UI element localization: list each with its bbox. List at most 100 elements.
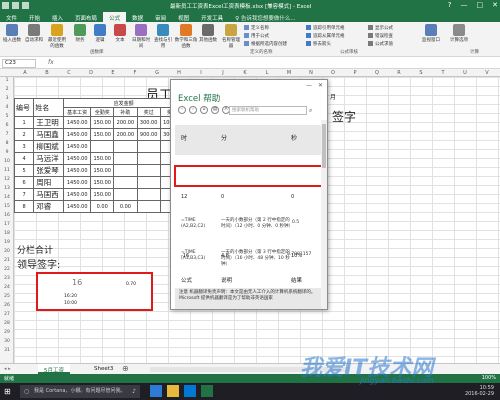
undo-icon[interactable] [12, 2, 19, 9]
column-header[interactable]: U [454, 70, 476, 76]
system-clock[interactable]: 10:59 2016-02-29 [465, 385, 494, 397]
tab-developer[interactable]: 开发工具 [195, 12, 229, 22]
cell-value-16[interactable]: 16 [72, 278, 82, 287]
cell[interactable]: 200.00 [113, 116, 138, 129]
row-header[interactable]: 7 [0, 132, 14, 137]
row-header[interactable]: 2 [0, 87, 14, 92]
cell[interactable]: 1450.00 [63, 188, 92, 201]
column-header[interactable]: Q [366, 70, 388, 76]
cell[interactable] [136, 188, 161, 201]
scroll-thumb[interactable] [322, 124, 326, 168]
tab-view[interactable]: 视图 [172, 12, 195, 22]
cell[interactable]: 150.00 [90, 176, 115, 189]
column-header[interactable]: O [322, 70, 344, 76]
row-header[interactable]: 24 [0, 285, 14, 290]
maximize-button[interactable]: □ [477, 1, 484, 9]
column-header[interactable]: J [212, 70, 234, 76]
cell[interactable]: 150.00 [90, 152, 115, 165]
add-sheet-icon[interactable]: ⊕ [122, 364, 129, 373]
row-header[interactable]: 14 [0, 195, 14, 200]
insert-function-button[interactable]: 插入函数 [2, 24, 22, 43]
sheet-tab-may-salary[interactable]: 5月工资 [38, 364, 70, 374]
row-header[interactable]: 31 [0, 348, 14, 353]
cell[interactable]: 马远洋 [33, 152, 65, 165]
row-header[interactable]: 21 [0, 258, 14, 263]
cell[interactable]: 1450.00 [63, 128, 92, 141]
cell[interactable]: 2 [13, 128, 35, 141]
use-in-formula-button[interactable]: 用于公式 [244, 33, 269, 39]
cell[interactable]: 邓睿 [33, 200, 65, 213]
help-minimize-icon[interactable]: — [306, 82, 312, 89]
save-icon[interactable] [2, 2, 9, 9]
microphone-icon[interactable]: ♪ [132, 385, 136, 398]
column-header[interactable]: B [36, 70, 58, 76]
cell-value-1000[interactable]: 10:00 [64, 301, 77, 306]
cell[interactable] [113, 140, 138, 153]
column-header[interactable]: F [124, 70, 146, 76]
tab-insert[interactable]: 插入 [46, 12, 69, 22]
cell[interactable]: 150.00 [90, 164, 115, 177]
header-subsidy[interactable]: 补助 [113, 107, 138, 117]
cell[interactable]: 3 [13, 140, 35, 153]
financial-button[interactable]: 财务 [70, 24, 90, 43]
row-header[interactable]: 15 [0, 204, 14, 209]
cell[interactable]: 柳国斌 [33, 140, 65, 153]
row-header[interactable]: 12 [0, 177, 14, 182]
cell[interactable]: 1450.00 [63, 164, 92, 177]
math-trig-button[interactable]: 数学和三角函数 [174, 24, 198, 49]
remove-arrows-button[interactable]: 移去箭头 [306, 41, 331, 47]
header-group[interactable]: 应发金额 [63, 98, 184, 108]
excel-icon[interactable] [201, 385, 213, 397]
fx-icon[interactable]: fx [48, 59, 54, 66]
cortana-search-box[interactable]: ○ 我是 Cortana，小娜。有问题尽管问我。 ♪ [20, 385, 140, 398]
cell[interactable]: 1450.00 [63, 152, 92, 165]
tab-page-layout[interactable]: 页面布局 [69, 12, 103, 22]
tab-file[interactable]: 文件 [0, 12, 23, 22]
watch-window-button[interactable]: 监视窗口 [420, 24, 442, 43]
name-box[interactable]: C23 [2, 59, 36, 68]
cell[interactable]: 7 [13, 188, 35, 201]
column-header[interactable]: H [168, 70, 190, 76]
cell[interactable] [113, 176, 138, 189]
cell[interactable]: 0.00 [113, 200, 138, 213]
windows-start-icon[interactable]: ⊞ [4, 387, 11, 396]
show-formulas-button[interactable]: 显示公式 [368, 25, 393, 31]
row-header[interactable]: 23 [0, 276, 14, 281]
cell[interactable]: 900.00 [136, 128, 161, 141]
search-icon[interactable]: ⌕ [309, 107, 312, 115]
cell[interactable]: 1450.00 [63, 116, 92, 129]
cell[interactable]: 王卫明 [33, 116, 65, 129]
cell[interactable] [136, 152, 161, 165]
help-button[interactable]: ? [448, 1, 452, 9]
home-icon[interactable]: ⌂ [200, 106, 208, 114]
help-search-input[interactable]: 搜索联机帮助 [229, 106, 307, 115]
row-header[interactable]: 6 [0, 123, 14, 128]
row-header[interactable]: 17 [0, 222, 14, 227]
header-x[interactable]: 奖过 [136, 107, 161, 117]
highlighted-cell-range[interactable]: 16 0.70 16:20 10:00 [36, 272, 153, 311]
header-attendance[interactable]: 全勤奖 [90, 107, 115, 117]
cell[interactable]: 1 [13, 116, 35, 129]
zoom-level[interactable]: 100% [482, 375, 496, 381]
logical-button[interactable]: 逻辑 [90, 24, 110, 43]
error-checking-button[interactable]: 错误检查 [368, 33, 393, 39]
right-month-label[interactable]: 月 [330, 92, 336, 101]
tab-data[interactable]: 数据 [126, 12, 149, 22]
cell[interactable] [136, 200, 161, 213]
column-header[interactable]: A [14, 70, 36, 76]
more-functions-button[interactable]: 其他函数 [198, 24, 218, 43]
cell[interactable] [136, 164, 161, 177]
row-header[interactable]: 3 [0, 96, 14, 101]
help-close-icon[interactable]: ✕ [318, 82, 323, 89]
column-header[interactable]: L [256, 70, 278, 76]
cell[interactable]: 150.00 [90, 188, 115, 201]
cell[interactable] [90, 140, 115, 153]
column-header[interactable]: G [146, 70, 168, 76]
tab-review[interactable]: 审阅 [149, 12, 172, 22]
help-window-controls[interactable]: — ✕ [306, 82, 323, 89]
column-header[interactable]: P [344, 70, 366, 76]
subtotal-label[interactable]: 分栏合计 [17, 243, 53, 256]
row-header[interactable]: 10 [0, 159, 14, 164]
date-time-button[interactable]: 日期和时间 [130, 24, 152, 49]
header-base[interactable]: 基本工资 [63, 107, 92, 117]
